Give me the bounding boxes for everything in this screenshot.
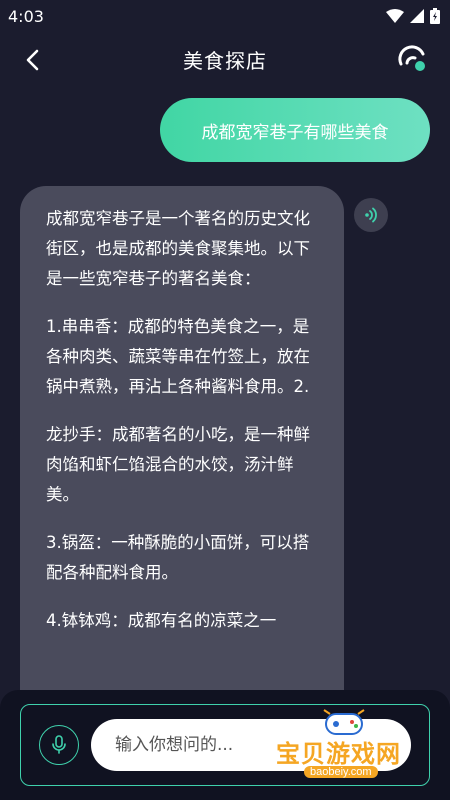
status-time: 4:03 [8,6,44,26]
ai-paragraph: 成都宽窄巷子是一个著名的历史文化街区，也是成都的美食聚集地。以下是一些宽窄巷子的… [46,209,310,288]
input-panel [0,690,450,800]
ai-paragraph: 3.锅盔：一种酥脆的小面饼，可以搭配各种配料食用。 [46,533,310,582]
play-audio-button[interactable] [354,198,388,232]
header: 美食探店 [0,32,450,86]
voice-mode-button[interactable] [396,42,430,76]
ai-paragraph: 1.串串香：成都的特色美食之一，是各种肉类、蔬菜等串在竹签上，放在锅中煮熟，再沾… [46,317,310,396]
microphone-icon [52,735,66,754]
microphone-button[interactable] [39,725,79,765]
back-button[interactable] [18,46,46,74]
voice-wave-icon [398,45,425,71]
question-input[interactable] [91,719,411,771]
signal-icon [410,9,424,23]
speaker-wave-icon [365,207,377,223]
ai-paragraph: 4.钵钵鸡：成都有名的凉菜之一 [46,611,277,630]
chevron-left-icon [26,49,39,71]
page-title: 美食探店 [183,48,267,73]
user-message-bubble: 成都宽窄巷子有哪些美食 [160,98,430,162]
wifi-icon [386,9,404,23]
status-icons [386,8,440,24]
chat-area[interactable]: 成都宽窄巷子有哪些美食 成都宽窄巷子是一个著名的历史文化街区，也是成都的美食聚集… [0,86,450,690]
ai-message-bubble: 成都宽窄巷子是一个著名的历史文化街区，也是成都的美食聚集地。以下是一些宽窄巷子的… [20,186,344,690]
status-bar: 4:03 [0,0,450,32]
battery-icon [430,8,440,24]
input-frame [20,704,430,786]
ai-paragraph: 龙抄手：成都著名的小吃，是一种鲜肉馅和虾仁馅混合的水饺，汤汁鲜美。 [46,425,310,504]
